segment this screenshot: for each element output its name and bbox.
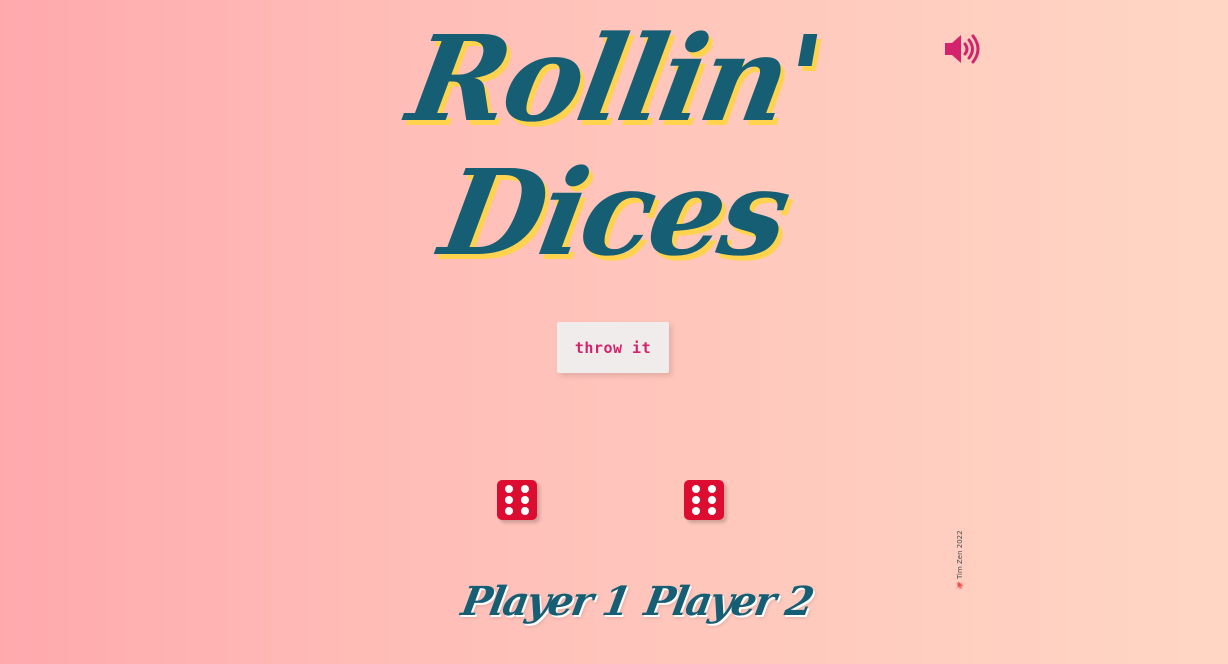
title-line-1: Rollin' [399, 9, 829, 148]
credit-text: 🐙 Tim Zen 2022 [956, 530, 964, 590]
player-1-label: Player 1 [457, 578, 633, 625]
sound-toggle-button[interactable] [943, 33, 983, 65]
die-six-icon [505, 485, 529, 515]
player-2-label: Player 2 [640, 578, 816, 625]
die-player-1 [497, 480, 537, 520]
title-line-2: Dices [431, 143, 797, 282]
die-player-2 [684, 480, 724, 520]
volume-high-icon [945, 34, 980, 64]
throw-button[interactable]: throw it [557, 322, 669, 373]
die-six-icon [692, 485, 716, 515]
